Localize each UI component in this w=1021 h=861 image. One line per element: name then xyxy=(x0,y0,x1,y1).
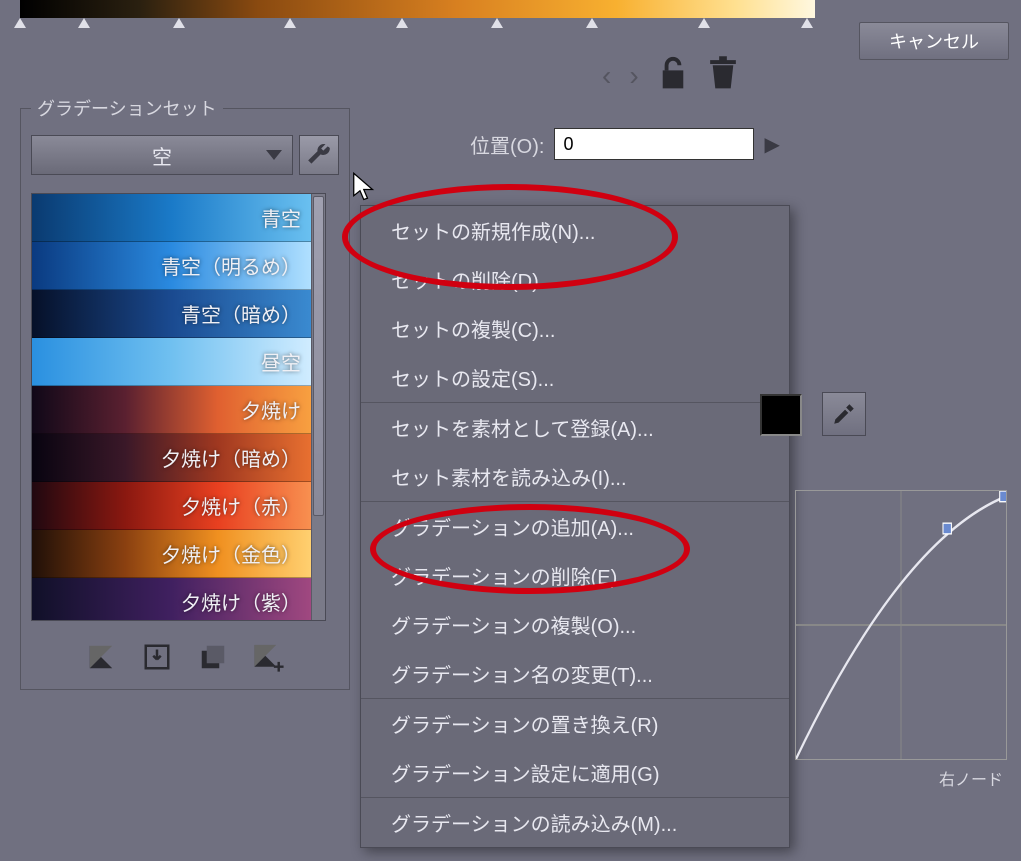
gradient-preset-item[interactable]: 夕焼け（金色） xyxy=(32,530,311,578)
eyedropper-button[interactable] xyxy=(822,392,866,436)
gradient-stop-handle[interactable] xyxy=(173,18,185,28)
context-menu-item[interactable]: セットの削除(D)... xyxy=(361,255,789,304)
history-nav: ‹ › xyxy=(602,55,739,96)
context-menu-item[interactable]: セットの複製(C)... xyxy=(361,304,789,353)
gradient-preset-label: 夕焼け（紫） xyxy=(181,587,301,616)
redo-arrow-icon[interactable]: › xyxy=(629,60,638,92)
gradient-set-dropdown[interactable]: 空 xyxy=(31,135,293,175)
gradient-set-options-button[interactable] xyxy=(299,135,339,175)
trash-icon[interactable] xyxy=(707,55,739,96)
gradient-preset-item[interactable]: 青空（暗め） xyxy=(32,290,311,338)
duplicate-icon[interactable] xyxy=(195,639,231,675)
gradient-stop-handle[interactable] xyxy=(396,18,408,28)
wrench-icon xyxy=(306,142,332,168)
gradient-set-context-menu: セットの新規作成(N)...セットの削除(D)...セットの複製(C)...セッ… xyxy=(360,205,790,848)
context-menu-item[interactable]: グラデーション名の変更(T)... xyxy=(361,649,789,698)
curve-panel: 右ノード xyxy=(795,490,1007,790)
gradient-preset-item[interactable]: 青空 xyxy=(32,194,311,242)
context-menu-item[interactable]: グラデーションの読み込み(M)... xyxy=(361,798,789,847)
curve-right-node-label: 右ノード xyxy=(795,766,1007,790)
cancel-button[interactable]: キャンセル xyxy=(859,22,1009,60)
gradient-preset-label: 青空 xyxy=(261,203,301,232)
context-menu-item[interactable]: セット素材を読み込み(I)... xyxy=(361,452,789,501)
context-menu-item[interactable]: グラデーションの追加(A)... xyxy=(361,502,789,551)
gradient-set-selected-label: 空 xyxy=(152,141,172,170)
gradient-preset-list: 青空青空（明るめ） 青空（暗め） 昼空夕焼け夕焼け（暗め） 夕焼け（赤） 夕焼け（金色）… xyxy=(31,193,326,621)
gradient-preset-item[interactable]: 夕焼け xyxy=(32,386,311,434)
preset-toolbar xyxy=(31,639,339,675)
position-input[interactable] xyxy=(554,128,754,160)
gradient-preset-item[interactable]: 青空（明るめ） xyxy=(32,242,311,290)
gradient-preset-label: 青空（暗め） xyxy=(181,299,301,328)
gradient-stop-handle[interactable] xyxy=(14,18,26,28)
position-play-icon[interactable]: ▶ xyxy=(764,132,779,157)
position-row: 位置(O): ▶ xyxy=(470,128,780,160)
gradient-stop-handle[interactable] xyxy=(586,18,598,28)
gradient-set-panel-title: グラデーションセット xyxy=(31,95,223,121)
gradient-preset-label: 夕焼け（赤） xyxy=(181,491,301,520)
mouse-cursor-icon xyxy=(352,172,378,202)
context-menu-item[interactable]: セットの新規作成(N)... xyxy=(361,206,789,255)
position-label: 位置(O): xyxy=(470,130,544,159)
context-menu-item[interactable]: セットの設定(S)... xyxy=(361,353,789,402)
gradient-stop-handle[interactable] xyxy=(801,18,813,28)
gradient-preset-label: 夕焼け xyxy=(241,395,301,424)
eyedropper-icon xyxy=(831,401,857,427)
lock-icon[interactable] xyxy=(657,55,689,96)
gradient-stop-handle[interactable] xyxy=(491,18,503,28)
context-menu-item[interactable]: グラデーションの削除(E) xyxy=(361,551,789,600)
gradient-preset-label: 青空（明るめ） xyxy=(161,251,301,280)
chevron-down-icon xyxy=(266,150,282,160)
gradient-preset-item[interactable]: 夕焼け（赤） xyxy=(32,482,311,530)
gradient-set-panel: グラデーションセット 空 青空青空（明るめ）青空（暗め）昼空夕焼け夕焼け（暗め）… xyxy=(20,108,350,690)
context-menu-item[interactable]: セットを素材として登録(A)... xyxy=(361,403,789,452)
undo-arrow-icon[interactable]: ‹ xyxy=(602,60,611,92)
gradient-preset-label: 夕焼け（暗め） xyxy=(161,443,301,472)
gradient-preset-label: 昼空 xyxy=(261,347,301,376)
gradient-preset-item[interactable]: 夕焼け（紫） xyxy=(32,578,311,620)
gradient-preset-item[interactable]: 昼空 xyxy=(32,338,311,386)
context-menu-item[interactable]: グラデーション設定に適用(G) xyxy=(361,748,789,797)
gradient-stop-handle[interactable] xyxy=(78,18,90,28)
gradient-stops-row[interactable] xyxy=(20,18,815,30)
gradient-stop-handle[interactable] xyxy=(284,18,296,28)
gradient-preset-label: 夕焼け（金色） xyxy=(161,539,301,568)
color-swatch[interactable] xyxy=(760,394,802,436)
tone-curve[interactable] xyxy=(795,490,1007,760)
context-menu-item[interactable]: グラデーションの置き換え(R) xyxy=(361,699,789,748)
preset-scrollbar-thumb[interactable] xyxy=(313,196,324,516)
apply-gradient-icon[interactable] xyxy=(83,639,119,675)
import-icon[interactable] xyxy=(139,639,175,675)
gradient-preset-item[interactable]: 夕焼け（暗め） xyxy=(32,434,311,482)
add-gradient-icon[interactable] xyxy=(251,639,287,675)
context-menu-item[interactable]: グラデーションの複製(O)... xyxy=(361,600,789,649)
preset-scrollbar[interactable] xyxy=(311,194,325,620)
gradient-preview-bar[interactable] xyxy=(20,0,815,18)
gradient-stop-handle[interactable] xyxy=(698,18,710,28)
